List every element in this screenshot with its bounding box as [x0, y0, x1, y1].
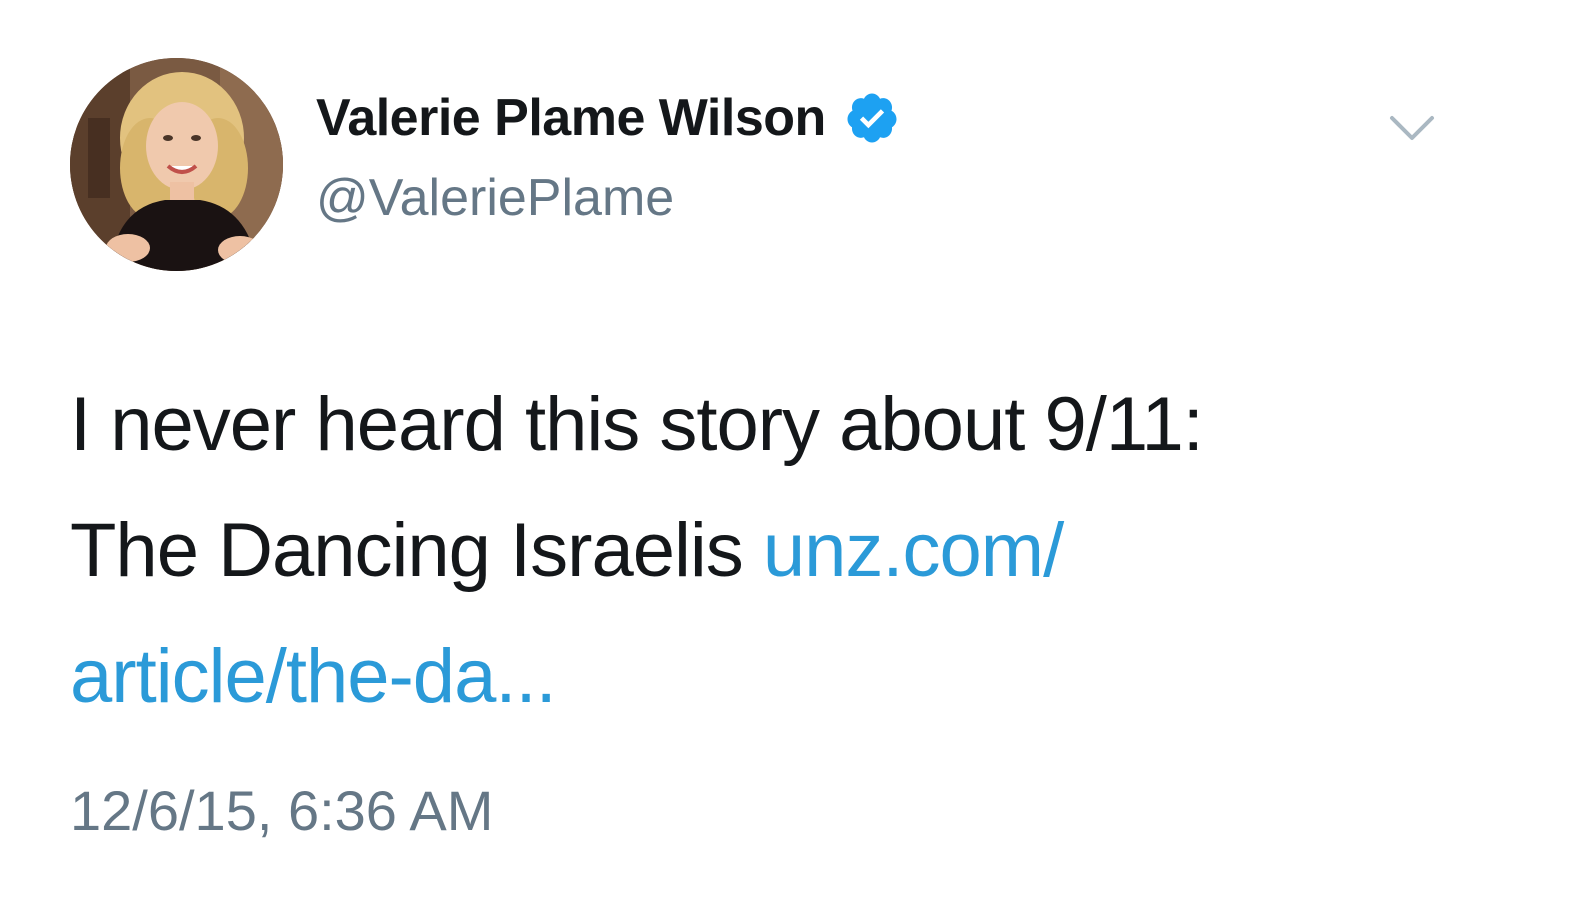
author-display-name[interactable]: Valerie Plame Wilson	[316, 88, 826, 148]
tweet-timestamp[interactable]: 12/6/15, 6:36 AM	[70, 778, 493, 843]
author-handle[interactable]: @ValeriePlame	[316, 168, 674, 228]
chevron-down-icon	[1390, 116, 1434, 140]
verified-badge-icon	[844, 90, 900, 146]
author-name[interactable]: Valerie Plame Wilson	[316, 88, 900, 148]
article-link-part-1[interactable]: unz.com/	[763, 508, 1064, 593]
tweet-card: Valerie Plame Wilson @ValeriePlame I nev…	[0, 0, 1574, 898]
tweet-text-line-1: I never heard this story about 9/11:	[70, 382, 1204, 467]
article-link-part-2[interactable]: article/the-da...	[70, 634, 557, 719]
tweet-text-prefix: The Dancing Israelis	[70, 508, 744, 593]
tweet-menu-button[interactable]	[1384, 108, 1440, 148]
tweet-text: I never heard this story about 9/11: The…	[70, 362, 1490, 740]
avatar[interactable]	[70, 58, 283, 271]
tweet-text-line-3: article/the-da...	[70, 614, 1490, 740]
tweet-text-line-2: The Dancing Israelis unz.com/	[70, 488, 1490, 614]
